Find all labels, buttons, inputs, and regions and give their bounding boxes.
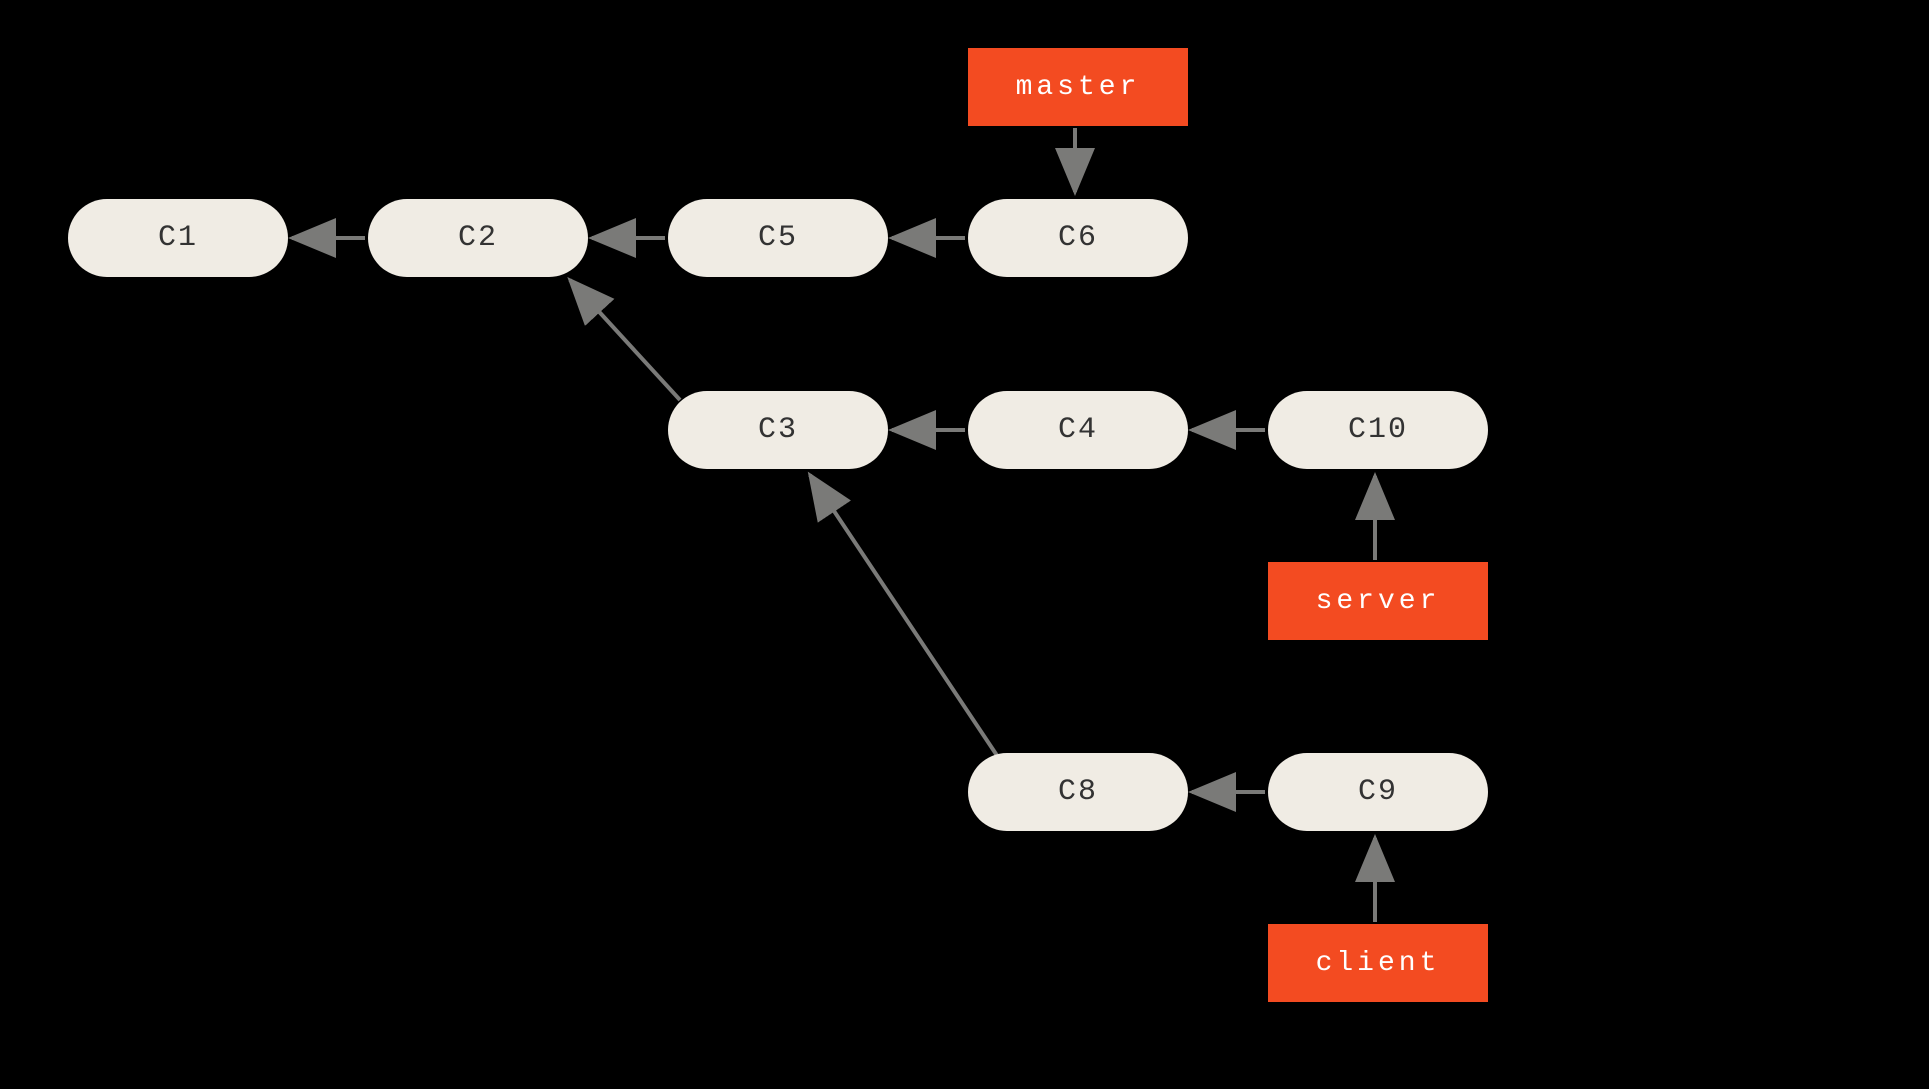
commit-label: C9 [1358,775,1398,809]
commit-c9: C9 [1268,753,1488,831]
branch-label: server [1316,586,1441,617]
commit-label: C4 [1058,413,1098,447]
arrow-layer [0,0,1929,1089]
edge-c3-c2 [570,280,680,400]
commit-c2: C2 [368,199,588,277]
commit-c10: C10 [1268,391,1488,469]
commit-label: C5 [758,221,798,255]
commit-label: C8 [1058,775,1098,809]
branch-label: master [1016,72,1141,103]
branch-client: client [1268,924,1488,1002]
branch-label: client [1316,948,1441,979]
commit-label: C2 [458,221,498,255]
commit-c1: C1 [68,199,288,277]
commit-label: C10 [1348,413,1408,447]
branch-master: master [968,48,1188,126]
edge-c8-c3 [810,475,1000,760]
commit-label: C3 [758,413,798,447]
commit-c4: C4 [968,391,1188,469]
commit-c8: C8 [968,753,1188,831]
commit-c6: C6 [968,199,1188,277]
commit-c5: C5 [668,199,888,277]
commit-c3: C3 [668,391,888,469]
commit-label: C1 [158,221,198,255]
commit-label: C6 [1058,221,1098,255]
branch-server: server [1268,562,1488,640]
